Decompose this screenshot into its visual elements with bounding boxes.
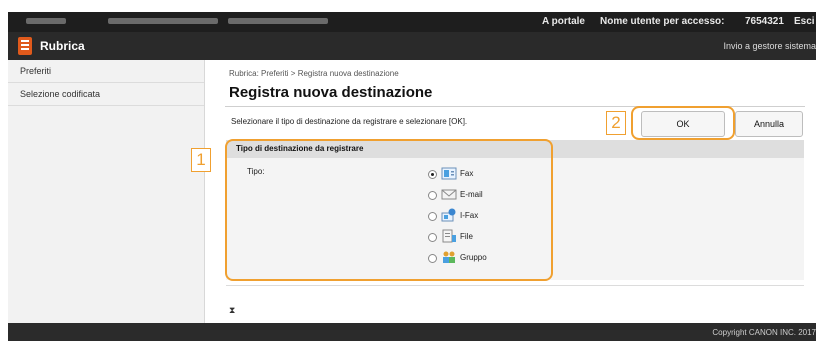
main-content: Rubrica: Preferiti > Registra nuova dest… (191, 60, 816, 323)
copyright-text: Copyright CANON INC. 2017 (712, 328, 816, 337)
callout-1: 1 (191, 148, 211, 172)
address-book-icon (18, 37, 32, 55)
sidebar-item-label: Selezione codificata (20, 89, 101, 99)
cancel-button[interactable]: Annulla (735, 111, 803, 137)
ok-button[interactable]: OK (641, 111, 725, 137)
section-divider (226, 285, 804, 286)
group-icon (443, 251, 455, 263)
send-to-admin-link[interactable]: Invio a gestore sistema (723, 41, 816, 51)
hourglass-icon: ⧗ (229, 305, 236, 315)
fax-icon (441, 167, 457, 180)
option-label: Fax (460, 169, 474, 178)
app-bar: Rubrica Invio a gestore sistema (8, 32, 816, 60)
app-title: Rubrica (40, 39, 85, 53)
user-value: 7654321 (745, 16, 784, 27)
page-title: Registra nuova destinazione (229, 84, 433, 101)
option-label: E-mail (460, 190, 483, 199)
logout-link[interactable]: Esci (794, 16, 815, 27)
sidebar-item-preferiti[interactable]: Preferiti (8, 60, 204, 83)
radio-email[interactable] (428, 191, 437, 200)
callout-2: 2 (606, 111, 626, 135)
section-highlight (225, 139, 553, 281)
sidebar: Preferiti Selezione codificata (8, 60, 205, 323)
blurred-text (26, 18, 66, 24)
user-label: Nome utente per accesso: (600, 16, 725, 27)
sidebar-item-selezione-codificata[interactable]: Selezione codificata (8, 83, 204, 106)
email-icon (441, 189, 457, 200)
blurred-text (228, 18, 328, 24)
footer: Copyright CANON INC. 2017 (8, 323, 816, 341)
type-label: Tipo: (247, 167, 265, 176)
option-label: I-Fax (460, 211, 479, 220)
ifax-icon (441, 208, 456, 222)
radio-ifax[interactable] (428, 212, 437, 221)
breadcrumb: Rubrica: Preferiti > Registra nuova dest… (229, 69, 399, 78)
radio-file[interactable] (428, 233, 437, 242)
file-icon (442, 229, 456, 243)
option-label: File (460, 232, 473, 241)
blurred-text (108, 18, 218, 24)
option-label: Gruppo (460, 253, 487, 262)
instruction-text: Selezionare il tipo di destinazione da r… (231, 117, 468, 126)
sidebar-item-label: Preferiti (20, 66, 52, 76)
top-bar: A portale Nome utente per accesso: 76543… (8, 12, 816, 32)
radio-group[interactable] (428, 254, 437, 263)
portal-link[interactable]: A portale (542, 16, 585, 27)
radio-fax[interactable] (428, 170, 437, 179)
